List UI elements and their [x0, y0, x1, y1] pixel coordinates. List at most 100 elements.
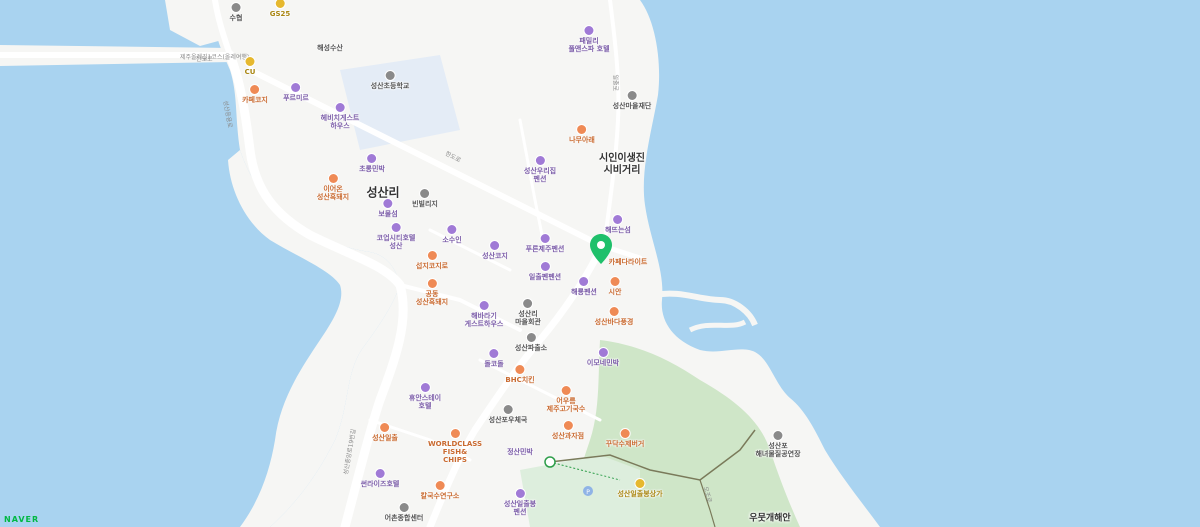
poi-label: 성산리 마을회관	[515, 310, 541, 326]
poi-ieon[interactable]: 이어온 성산흑돼지	[317, 173, 349, 201]
poi-pureun-jeju[interactable]: 푸른제주펜션	[526, 233, 564, 253]
poi-label: 성산일출봉 펜션	[504, 500, 536, 516]
poi-label: 푸르미르	[283, 94, 309, 102]
poi-cu[interactable]: CU	[244, 56, 256, 76]
restaurant-icon	[576, 124, 588, 135]
poi-imone[interactable]: 이모네민박	[587, 347, 619, 367]
poi-suhyup[interactable]: 수협	[230, 2, 242, 22]
poi-bhc[interactable]: BHC치킨	[505, 364, 535, 384]
poi-haenyeo-stage[interactable]: 성산포 해녀물질공연장	[755, 430, 801, 458]
poi-ilchulpen[interactable]: 일출펜펜션	[529, 261, 561, 281]
poi-label: 썬라이즈호텔	[360, 480, 400, 488]
hotel-icon	[597, 347, 609, 358]
hotel-icon	[578, 276, 590, 287]
poi-ilchulbong-pension[interactable]: 성산일출봉 펜션	[504, 488, 536, 516]
poi-worldclass[interactable]: WORLDCLASS FISH& CHIPS	[428, 428, 482, 464]
poi-namuarae[interactable]: 나무아래	[569, 124, 595, 144]
poi-seopjikoji-ro[interactable]: 섭지코지로	[416, 250, 448, 270]
poi-label-line: 펜션	[513, 508, 527, 516]
poi-cafe-dalight[interactable]: 카페다라이트	[609, 258, 648, 266]
store-icon	[274, 0, 286, 9]
hotel-icon	[374, 468, 386, 479]
place-label-siin-line2: 시비거리	[603, 165, 641, 176]
hotel-icon	[489, 240, 501, 251]
poi-huan-stay[interactable]: 휴안스테이 호텔	[409, 382, 441, 410]
poi-label: 초롱민박	[359, 165, 385, 173]
poi-family-hotel[interactable]: 패밀리 풀앤스파 호텔	[568, 25, 610, 53]
hotel-icon	[478, 300, 490, 311]
poi-label-line: 성산포	[768, 442, 788, 450]
poi-seongsan-ilchul-food[interactable]: 성산일출	[372, 422, 398, 442]
road-label-hando: 한도로	[196, 56, 213, 63]
poi-label-line: 공동	[425, 290, 439, 298]
poi-eoureum[interactable]: 어우름 제주고기국수	[547, 385, 585, 413]
poi-kalguksu[interactable]: 칼국수연구소	[421, 480, 459, 500]
poi-sunflower[interactable]: 해바라기 게스트하우스	[464, 300, 504, 328]
poi-village-foundation[interactable]: 성산마을재단	[613, 90, 651, 110]
road-label-ilchul: 일출로	[611, 74, 619, 92]
poi-label: 성산파출소	[514, 344, 548, 352]
poi-label-line: CHIPS	[443, 456, 467, 464]
post-office-icon	[502, 404, 514, 415]
hotel-icon	[514, 488, 526, 499]
hotel-icon	[419, 382, 431, 393]
poi-vin-village[interactable]: 빈빌리지	[412, 188, 438, 208]
poi-label: 성산바다풍경	[594, 318, 634, 326]
building-icon	[419, 188, 431, 199]
poi-school[interactable]: 성산초등학교	[371, 70, 409, 90]
poi-sian[interactable]: 시안	[608, 276, 622, 296]
poi-police[interactable]: 성산파출소	[515, 332, 547, 352]
poi-hebichi[interactable]: 헤비치게스트 하우스	[321, 102, 360, 130]
poi-label-line: WORLDCLASS	[427, 440, 483, 448]
poi-jeongsan[interactable]: 정산민박	[507, 448, 533, 456]
hotel-icon	[390, 222, 402, 233]
trailhead-icon[interactable]	[544, 456, 556, 468]
store-icon	[244, 56, 256, 67]
poi-gs25[interactable]: GS25	[270, 0, 290, 18]
poi-label: 해뜨는섬	[605, 226, 631, 234]
poi-label-line: 호텔	[418, 402, 432, 410]
poi-dolkodol[interactable]: 돌코돌	[484, 348, 504, 368]
poi-fishing-center[interactable]: 어촌종합센터	[385, 502, 423, 522]
poi-sunrise-hotel[interactable]: 썬라이즈호텔	[360, 468, 400, 488]
restaurant-icon	[619, 428, 631, 439]
poi-label-line: 성산	[389, 242, 403, 250]
hotel-icon	[290, 82, 302, 93]
poi-chorong[interactable]: 초롱민박	[359, 153, 385, 173]
poi-label: 나무아래	[569, 136, 595, 144]
poi-label: 시안	[608, 288, 622, 296]
poi-ilchulbong-shops[interactable]: 성산일출봉상가	[617, 478, 663, 498]
hotel-icon	[334, 102, 346, 113]
poi-label-line: 성산흑돼지	[316, 193, 350, 201]
poi-label: 코업시티호텔 성산	[377, 234, 416, 250]
poi-kkudak-burger[interactable]: 꾸닥수제버거	[606, 428, 644, 448]
poi-haeddeuneun[interactable]: 해뜨는섬	[605, 214, 631, 234]
poi-cafe-kozi[interactable]: 카페코지	[242, 84, 268, 104]
poi-purumir[interactable]: 푸르미르	[283, 82, 309, 102]
restaurant-icon	[609, 276, 621, 287]
bank-icon	[230, 2, 242, 13]
poi-label-line: 하우스	[330, 122, 350, 130]
hotel-icon	[583, 25, 595, 36]
poi-label: 성산우리집 펜션	[524, 167, 556, 183]
police-icon	[525, 332, 537, 343]
poi-sosuin[interactable]: 소수인	[442, 224, 462, 244]
poi-coop-city[interactable]: 코업시티호텔 성산	[377, 222, 416, 250]
poi-haesung[interactable]: 해성수산	[317, 44, 343, 52]
theater-icon	[772, 430, 784, 441]
poi-seongsan-kozi[interactable]: 성산코지	[482, 240, 508, 260]
poi-label-line: 코업시티호텔	[376, 234, 416, 242]
poi-village-hall[interactable]: 성산리 마을회관	[515, 298, 541, 326]
poi-bomulseom[interactable]: 보물섬	[378, 198, 398, 218]
poi-bada-punggyeong[interactable]: 성산바다풍경	[594, 306, 634, 326]
restaurant-icon	[560, 385, 572, 396]
poi-label-line: 게스트하우스	[464, 320, 504, 328]
poi-post-office[interactable]: 성산포우체국	[489, 404, 527, 424]
poi-label: 성산과자점	[551, 432, 585, 440]
poi-label: 카페코지	[242, 96, 268, 104]
poi-woorijib[interactable]: 성산우리집 펜션	[524, 155, 556, 183]
poi-label: 헤비치게스트 하우스	[321, 114, 360, 130]
poi-bakery[interactable]: 성산과자점	[552, 420, 584, 440]
poi-gongdong[interactable]: 공동 성산흑돼지	[416, 278, 448, 306]
poi-haeryong[interactable]: 해룡펜션	[571, 276, 597, 296]
